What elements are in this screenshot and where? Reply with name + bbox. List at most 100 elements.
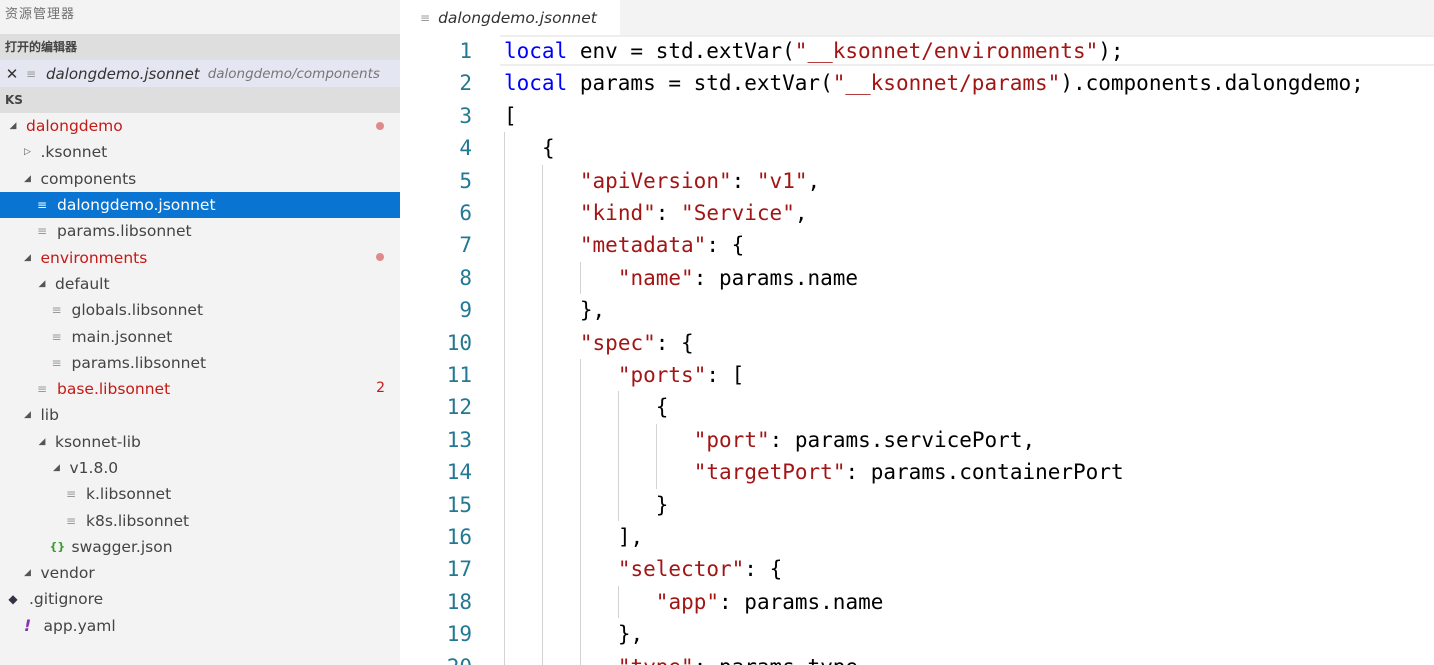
line-number: 20	[400, 651, 472, 665]
line-content: }	[655, 492, 669, 517]
open-editor-item[interactable]: ✕ ≡ dalongdemo.jsonnet dalongdemo/compon…	[0, 60, 400, 87]
file-lines-icon: ≡	[25, 66, 37, 81]
close-icon[interactable]: ✕	[0, 65, 24, 83]
tree-item[interactable]: ◢ environments	[0, 244, 400, 270]
file-lines-icon: ≡	[65, 513, 77, 528]
open-editors-section-header[interactable]: 打开的编辑器	[0, 34, 400, 60]
line-number: 6	[459, 201, 472, 225]
code-line[interactable]: 9},	[400, 294, 1434, 326]
code-line[interactable]: 14 "targetPort": params.containerPort	[400, 456, 1434, 488]
indent-guide	[579, 359, 581, 665]
file-lines-icon: ≡	[51, 303, 62, 318]
line-number: 19	[446, 622, 472, 647]
chevron-down-icon: ◢	[24, 173, 31, 184]
tree-item-label: ksonnet-lib	[55, 432, 141, 451]
yaml-file-icon: !	[23, 616, 32, 636]
tree-item-label: .gitignore	[29, 590, 104, 609]
code-line[interactable]: 18 "app": params.name	[400, 586, 1434, 618]
line-content: "name": params.name	[617, 265, 859, 290]
tree-item-label: environments	[40, 248, 148, 267]
code-line[interactable]: 1 local env = std.extVar("__ksonnet/envir…	[400, 35, 1434, 67]
indent-guide	[655, 423, 657, 489]
tree-item[interactable]: ◢ default	[0, 271, 400, 297]
file-lines-icon: ≡	[65, 487, 77, 502]
tree-item-label: base.libsonnet	[57, 380, 171, 399]
line-number: 1	[459, 39, 472, 63]
tree-item[interactable]: ◢ vendor	[0, 560, 400, 586]
tree-item[interactable]: ▷ .ksonnet	[0, 139, 400, 165]
tree-item[interactable]: ≡ params.libsonnet	[0, 218, 400, 244]
code-line[interactable]: 17 "selector": {	[400, 553, 1434, 585]
code-area[interactable]: 1 local env = std.extVar("__ksonnet/envir…	[400, 35, 1434, 665]
code-line[interactable]: 2 local params = std.extVar("__ksonnet/pa…	[400, 67, 1434, 99]
code-line[interactable]: 8 "name": params.name	[400, 262, 1434, 294]
code-line[interactable]: 15}	[400, 489, 1434, 521]
line-content: {	[541, 136, 555, 161]
code-line[interactable]: 10 "spec": {	[400, 327, 1434, 359]
tree-item[interactable]: ≡ k.libsonnet	[0, 481, 400, 507]
code-line[interactable]: 13 "port": params.servicePort,	[400, 424, 1434, 456]
tree-item-label: main.jsonnet	[71, 327, 173, 346]
tree-item-label: app.yaml	[43, 616, 116, 635]
code-line[interactable]: 16],	[400, 521, 1434, 553]
chevron-down-icon: ◢	[53, 463, 60, 473]
tree-item[interactable]: ◢ v1.8.0	[0, 455, 400, 481]
line-number: 16	[446, 525, 472, 549]
code-editor[interactable]: ≡ dalongdemo.jsonnet 1 local env = std.ex…	[400, 0, 1434, 665]
code-line[interactable]: 12 {	[400, 391, 1434, 423]
tree-item[interactable]: ≡ globals.libsonnet	[0, 297, 400, 323]
line-content: [	[504, 103, 517, 128]
tree-item[interactable]: ≡ main.jsonnet	[0, 323, 400, 349]
indent-guide	[579, 261, 581, 295]
line-content: "selector": {	[617, 557, 783, 582]
line-number: 5	[459, 168, 472, 193]
tree-item-label: swagger.json	[71, 537, 173, 556]
project-section-header[interactable]: KS	[0, 87, 400, 113]
problem-count-badge: 2	[376, 379, 385, 396]
explorer-title: 资源管理器	[5, 7, 76, 22]
line-number: 12	[446, 395, 472, 420]
line-content: ],	[617, 525, 644, 549]
line-content: "type": params.type	[618, 651, 858, 665]
code-line[interactable]: 3[	[400, 100, 1434, 132]
code-line[interactable]: 4{	[400, 132, 1434, 164]
line-content: local params = std.extVar("__ksonnet/par…	[504, 71, 1364, 96]
tree-item[interactable]: ≡ params.libsonnet	[0, 350, 400, 376]
line-number: 10	[446, 330, 472, 355]
line-content: "targetPort": params.containerPort	[693, 460, 1124, 485]
tree-item[interactable]: ≡ base.libsonnet 2	[0, 376, 400, 402]
tree-item[interactable]: ◆ .gitignore	[0, 586, 400, 612]
chevron-down-icon: ◢	[38, 278, 46, 289]
code-line[interactable]: 7 "metadata": {	[400, 229, 1434, 261]
code-line[interactable]: 11 "ports": [	[400, 359, 1434, 391]
explorer-sidebar: 资源管理器 打开的编辑器 ✕ ≡ dalongdemo.jsonnet dalo…	[0, 0, 400, 665]
tree-item[interactable]: ◢ lib	[0, 402, 400, 428]
line-number: 11	[446, 363, 472, 387]
line-content: "spec": {	[579, 330, 694, 355]
json-file-icon: {}	[49, 540, 66, 554]
code-line[interactable]: 20 "type": params.type	[400, 651, 1434, 665]
tree-item[interactable]: ◢ ksonnet-lib	[0, 429, 400, 455]
git-file-icon: ◆	[8, 592, 18, 607]
line-number: 18	[446, 589, 472, 614]
line-content: "ports": [	[617, 363, 745, 387]
tree-item[interactable]: ◢ components	[0, 166, 400, 192]
line-content: },	[579, 298, 606, 323]
code-line[interactable]: 6 "kind": "Service",	[400, 197, 1434, 229]
tree-item[interactable]: ≡ k8s.libsonnet	[0, 507, 400, 533]
tree-item[interactable]: ◢ dalongdemo	[0, 113, 400, 139]
tree-item-label: v1.8.0	[69, 459, 119, 477]
tree-item[interactable]: ! app.yaml	[0, 613, 400, 639]
line-number: 14	[446, 460, 472, 485]
tree-item[interactable]: ≡ dalongdemo.jsonnet	[0, 191, 400, 219]
tree-item-label: lib	[40, 406, 59, 425]
code-line[interactable]: 5 "apiVersion": "v1",	[400, 165, 1434, 197]
indent-guide	[617, 585, 619, 619]
tab-dalongdemo-jsonnet[interactable]: ≡ dalongdemo.jsonnet	[400, 0, 620, 35]
line-number: 15	[446, 492, 472, 517]
chevron-right-icon: ▷	[24, 147, 31, 158]
line-content: "port": params.servicePort,	[693, 427, 1036, 452]
tree-item-label: params.libsonnet	[57, 222, 192, 241]
tree-item[interactable]: {} swagger.json	[0, 534, 400, 560]
code-line[interactable]: 19},	[400, 618, 1434, 650]
